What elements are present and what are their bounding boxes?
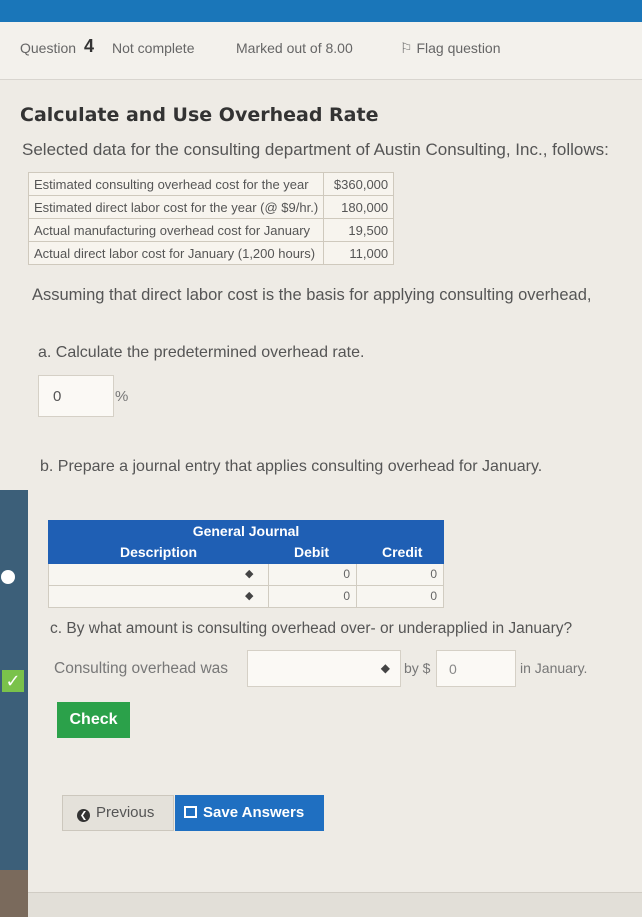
description-select[interactable] (49, 586, 269, 607)
save-label: Save Answers (203, 804, 305, 821)
col-description: Description (120, 544, 198, 560)
select-arrows-icon: ◆ (380, 661, 390, 675)
part-b-question: b. Prepare a journal entry that applies … (40, 458, 543, 475)
select-arrows-icon[interactable]: ◆ (245, 567, 253, 580)
avatar (0, 870, 28, 917)
assumption-text: Assuming that direct labor cost is the b… (32, 286, 592, 304)
question-title: Calculate and Use Overhead Rate (20, 104, 379, 126)
row-amount: 11,000 (323, 241, 395, 265)
question-label: Question (20, 40, 77, 56)
row-label: Actual direct labor cost for January (1,… (27, 241, 325, 265)
row-label: Actual manufacturing overhead cost for J… (27, 218, 325, 242)
question-marks: Marked out of 8.00 (236, 40, 353, 56)
question-number: 4 (84, 36, 95, 56)
journal-row: ◆ 0 0 (48, 564, 444, 586)
over-under-amount-input[interactable]: 0 (436, 650, 516, 687)
debit-input[interactable]: 0 (269, 564, 357, 585)
journal-title: General Journal (192, 523, 300, 539)
intro-text: Selected data for the consulting departm… (22, 140, 609, 159)
row-amount: $360,000 (323, 172, 395, 196)
data-table: Estimated consulting overhead cost for t… (27, 172, 395, 265)
circle-icon (1, 570, 15, 584)
browser-top-bar (0, 0, 642, 22)
check-button[interactable]: Check (57, 702, 130, 738)
row-amount: 19,500 (323, 218, 395, 242)
description-select[interactable] (49, 564, 269, 585)
credit-input[interactable]: 0 (357, 564, 443, 585)
by-label: by $ (404, 660, 431, 676)
part-a-question: a. Calculate the predetermined overhead … (38, 344, 365, 361)
select-arrows-icon[interactable]: ◆ (245, 589, 253, 602)
part-c-prefix: Consulting overhead was (54, 660, 229, 677)
journal-row: ◆ 0 0 (48, 586, 444, 608)
question-info-bar: Question 4 Not complete Marked out of 8.… (0, 22, 642, 80)
bottom-bar (28, 892, 642, 917)
previous-label: Previous (96, 804, 155, 821)
save-answers-button[interactable]: Save Answers (175, 795, 324, 831)
part-c-question: c. By what amount is consulting overhead… (50, 620, 573, 637)
question-status: Not complete (112, 40, 195, 56)
row-label: Estimated consulting overhead cost for t… (27, 172, 325, 196)
col-debit: Debit (294, 544, 329, 560)
left-sidebar-strip: ✓ (0, 490, 28, 917)
save-icon (184, 806, 197, 818)
col-credit: Credit (382, 544, 423, 560)
previous-button[interactable]: ❮ Previous (62, 795, 174, 831)
table-row: Estimated direct labor cost for the year… (27, 195, 395, 219)
table-row: Estimated consulting overhead cost for t… (27, 172, 395, 196)
flag-icon: ⚐ (400, 40, 413, 56)
overhead-rate-input[interactable]: 0 (38, 375, 114, 417)
flag-question-link[interactable]: ⚐ Flag question (400, 40, 501, 57)
part-c-suffix: in January. (520, 660, 588, 676)
chevron-left-icon: ❮ (77, 809, 90, 822)
check-logo-icon: ✓ (2, 670, 24, 692)
percent-unit: % (115, 388, 129, 405)
table-row: Actual manufacturing overhead cost for J… (27, 218, 395, 242)
journal-header: General Journal Description Debit Credit (48, 520, 444, 564)
credit-input[interactable]: 0 (357, 586, 443, 607)
row-amount: 180,000 (323, 195, 395, 219)
over-under-select[interactable]: ◆ (247, 650, 401, 687)
debit-input[interactable]: 0 (269, 586, 357, 607)
general-journal: General Journal Description Debit Credit… (48, 520, 444, 608)
row-label: Estimated direct labor cost for the year… (27, 195, 325, 219)
table-row: Actual direct labor cost for January (1,… (27, 241, 395, 265)
